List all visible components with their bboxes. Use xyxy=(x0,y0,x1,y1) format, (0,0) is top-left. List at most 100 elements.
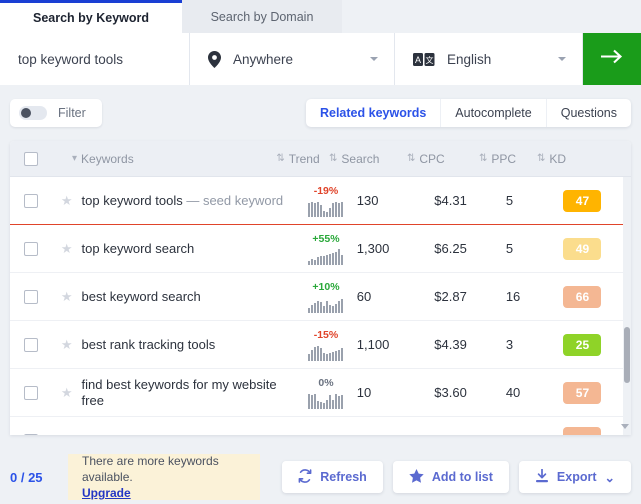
star-icon[interactable]: ★ xyxy=(61,337,73,353)
tabbar-filler xyxy=(342,0,641,33)
column-header-trend[interactable]: ⇅ Trend xyxy=(267,152,329,166)
trend-cell: +55% xyxy=(295,233,357,265)
kd-badge: 49 xyxy=(563,237,602,260)
column-label: Trend xyxy=(288,151,320,166)
ppc-cell: 40 xyxy=(505,385,521,400)
search-bar: top keyword tools Anywhere A 文 English xyxy=(0,33,641,85)
star-icon[interactable]: ★ xyxy=(61,193,73,209)
column-header-cpc[interactable]: ⇅ CPC xyxy=(407,152,479,166)
row-checkbox[interactable] xyxy=(23,433,38,435)
keyword-input[interactable]: top keyword tools xyxy=(0,33,190,85)
filter-toggle[interactable]: Filter xyxy=(10,99,102,127)
toggle-switch[interactable] xyxy=(19,106,47,120)
kd-badge xyxy=(563,427,602,435)
view-segmented-control: Related keywords Autocomplete Questions xyxy=(305,99,631,127)
select-all-checkbox[interactable] xyxy=(24,151,38,166)
filter-label: Filter xyxy=(58,106,86,120)
ppc-cell: 5 xyxy=(505,193,514,208)
sort-icon: ⇅ xyxy=(276,153,285,164)
footer-bar: 0 / 25 There are more keywords available… xyxy=(0,450,641,504)
trend-sparkline xyxy=(308,295,344,313)
row-select-cell xyxy=(10,193,52,208)
table-row[interactable]: ★ best rank tracking tools -15% 1,100 $4.39 3… xyxy=(10,321,631,369)
table-row[interactable]: ★ top keyword tools — seed keyword -19% 130… xyxy=(10,177,631,225)
column-header-search[interactable]: ⇅ Search xyxy=(329,152,407,166)
column-label: Search xyxy=(341,151,380,166)
search-volume-cell: 130 xyxy=(356,193,379,208)
kd-cell: 25 xyxy=(563,333,631,356)
tab-questions[interactable]: Questions xyxy=(547,99,631,127)
row-checkbox[interactable] xyxy=(23,289,38,304)
tab-search-by-keyword[interactable]: Search by Keyword xyxy=(0,0,182,33)
search-volume-cell: 1,100 xyxy=(356,337,390,352)
language-select[interactable]: A 文 English xyxy=(395,33,583,85)
trend-sparkline xyxy=(308,343,344,361)
seed-keyword-tag: — seed keyword xyxy=(186,192,284,208)
upgrade-link[interactable]: Upgrade xyxy=(82,485,246,501)
tab-search-by-domain[interactable]: Search by Domain xyxy=(182,0,342,33)
keyword-text: find best keywords for my website free xyxy=(81,376,277,408)
tab-related-keywords[interactable]: Related keywords xyxy=(306,99,442,127)
keyword-cell[interactable]: best rank tracking tools xyxy=(82,337,296,353)
refresh-icon xyxy=(298,468,312,486)
search-volume-cell: 10 xyxy=(356,385,372,400)
tab-label: Search by Domain xyxy=(210,9,314,24)
scrollbar-thumb[interactable] xyxy=(624,327,630,383)
trend-sparkline xyxy=(308,391,344,409)
table-row[interactable]: ★ find best keywords for my website free 0… xyxy=(10,369,631,417)
arrow-right-icon xyxy=(600,48,624,70)
row-select-cell xyxy=(10,433,52,435)
trend-cell: -19% xyxy=(295,185,357,217)
location-select[interactable]: Anywhere xyxy=(190,33,395,85)
tabbar: Search by Keyword Search by Domain xyxy=(0,0,641,33)
keyword-research-panel: Search by Keyword Search by Domain top k… xyxy=(0,0,641,504)
trend-cell: -15% xyxy=(295,329,357,361)
refresh-button[interactable]: Refresh xyxy=(282,461,383,493)
row-checkbox[interactable] xyxy=(23,337,38,352)
add-to-list-button[interactable]: Add to list xyxy=(392,461,509,493)
cpc-cell: $6.25 xyxy=(434,241,467,256)
tab-autocomplete[interactable]: Autocomplete xyxy=(441,99,547,127)
table-header-row: ▾ Keywords ⇅ Trend ⇅ Search ⇅ CPC ⇅ PPC … xyxy=(10,141,631,177)
star-icon[interactable]: ★ xyxy=(61,289,73,305)
keyword-cell[interactable]: best keyword search xyxy=(82,289,296,305)
sort-icon: ⇅ xyxy=(407,153,416,164)
star-icon[interactable]: ★ xyxy=(61,385,73,401)
segment-label: Related keywords xyxy=(319,106,427,120)
keyword-cell[interactable]: top keyword search xyxy=(82,241,296,257)
star-icon[interactable]: ★ xyxy=(61,241,73,257)
row-checkbox[interactable] xyxy=(23,193,38,208)
translate-icon: A 文 xyxy=(413,52,435,66)
table-row[interactable]: ★ xyxy=(10,417,631,435)
language-value: English xyxy=(447,51,492,67)
column-header-ppc[interactable]: ⇅ PPC xyxy=(479,152,537,166)
button-label: Refresh xyxy=(320,470,367,484)
row-checkbox[interactable] xyxy=(23,241,38,256)
svg-text:文: 文 xyxy=(426,55,434,65)
column-label: KD xyxy=(549,151,567,166)
row-favorite-cell: ★ xyxy=(52,241,82,257)
ppc-cell: 5 xyxy=(505,241,514,256)
export-button[interactable]: Export ⌄ xyxy=(518,461,631,493)
notice-text: There are more keywords available. xyxy=(82,454,219,484)
row-favorite-cell: ★ xyxy=(52,385,82,401)
keyword-cell[interactable]: find best keywords for my website free xyxy=(82,377,296,409)
trend-cell: 0% xyxy=(295,377,357,409)
search-submit-button[interactable] xyxy=(583,33,641,85)
button-label: Add to list xyxy=(431,470,493,484)
column-header-keywords[interactable]: ▾ Keywords xyxy=(52,152,267,166)
star-icon[interactable]: ★ xyxy=(61,433,73,436)
sort-icon: ⇅ xyxy=(329,153,338,164)
column-header-kd[interactable]: ⇅ KD xyxy=(537,152,605,166)
table-scrollbar[interactable] xyxy=(621,177,631,435)
row-checkbox[interactable] xyxy=(23,385,38,400)
segment-label: Questions xyxy=(560,106,617,120)
keyword-cell[interactable]: top keyword tools — seed keyword xyxy=(82,193,296,209)
table-row[interactable]: ★ top keyword search +55% 1,300 $6.25 5 49 xyxy=(10,225,631,273)
cpc-cell: $3.60 xyxy=(434,385,467,400)
table-row[interactable]: ★ best keyword search +10% 60 $2.87 16 66 xyxy=(10,273,631,321)
keyword-text: best keyword search xyxy=(81,288,201,304)
segment-label: Autocomplete xyxy=(455,106,532,120)
cpc-cell: $4.39 xyxy=(434,337,467,352)
scroll-down-icon[interactable] xyxy=(621,424,629,429)
